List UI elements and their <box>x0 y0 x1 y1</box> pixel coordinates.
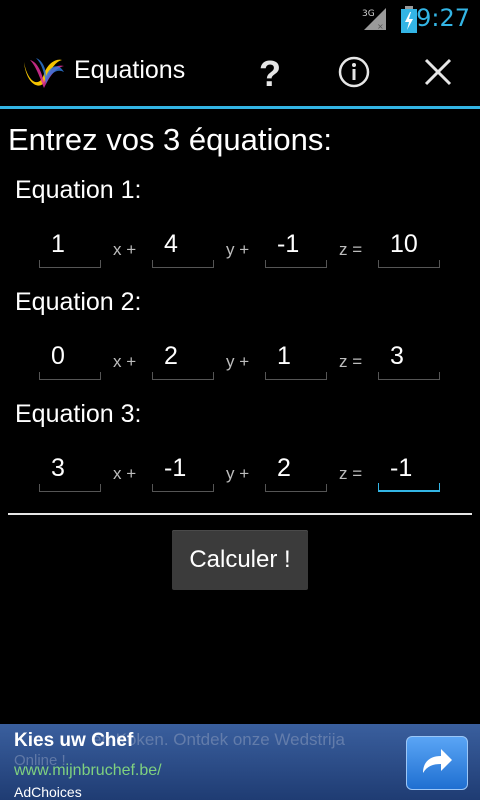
z-label: z = <box>339 352 363 371</box>
eq3-y-coefficient-input[interactable]: -1 <box>152 450 214 492</box>
calculate-button[interactable]: Calculer ! <box>172 530 308 590</box>
svg-text:×: × <box>377 22 384 31</box>
x-label: x + <box>113 464 137 483</box>
separator-line <box>8 513 472 515</box>
eq1-constant-input[interactable]: 10 <box>378 226 440 268</box>
x-label: x + <box>113 240 137 259</box>
y-label: y + <box>226 464 250 483</box>
eq2-constant-input[interactable]: 3 <box>378 338 440 380</box>
help-icon: ? <box>259 53 281 94</box>
eq3-z-coefficient-input[interactable]: 2 <box>265 450 327 492</box>
eq2-x-coefficient-input[interactable]: 0 <box>39 338 101 380</box>
eq2-z-coefficient-input[interactable]: 1 <box>265 338 327 380</box>
eq1-z-coefficient-input[interactable]: -1 <box>265 226 327 268</box>
ad-title: Kies uw Chef <box>14 730 134 751</box>
ad-banner[interactable]: en Koken. Ontdek onze Wedstrija Online !… <box>0 724 480 800</box>
close-button[interactable] <box>414 50 462 98</box>
equation-2-row: 0 x + 2 y + 1 z = 3 <box>0 338 480 388</box>
z-label: z = <box>339 464 363 483</box>
eq1-x-coefficient-input[interactable]: 1 <box>39 226 101 268</box>
action-bar-divider <box>0 106 480 109</box>
info-icon <box>337 55 371 93</box>
prompt-heading: Entrez vos 3 équations: <box>8 122 332 157</box>
help-button[interactable]: ? <box>246 50 294 98</box>
eq3-x-coefficient-input[interactable]: 3 <box>39 450 101 492</box>
ad-url-link[interactable]: www.mijnbruchef.be/ <box>14 762 162 780</box>
signal-icon: 3G × <box>362 6 388 36</box>
app-logo-icon <box>20 54 66 92</box>
svg-text:3G: 3G <box>362 9 375 19</box>
equation-3-label: Equation 3: <box>15 400 142 428</box>
status-time: 9:27 <box>416 4 470 32</box>
info-button[interactable] <box>330 50 378 98</box>
z-label: z = <box>339 240 363 259</box>
eq2-y-coefficient-input[interactable]: 2 <box>152 338 214 380</box>
equation-1-label: Equation 1: <box>15 176 142 204</box>
eq3-constant-input[interactable]: -1 <box>378 450 440 492</box>
ad-open-button[interactable] <box>406 736 468 790</box>
equation-2-label: Equation 2: <box>15 288 142 316</box>
ad-choices-link[interactable]: AdChoices <box>14 784 82 800</box>
action-bar: Equations ? <box>0 38 480 106</box>
equation-1-row: 1 x + 4 y + -1 z = 10 <box>0 226 480 276</box>
equation-3-row: 3 x + -1 y + 2 z = -1 <box>0 450 480 500</box>
y-label: y + <box>226 240 250 259</box>
y-label: y + <box>226 352 250 371</box>
close-icon <box>423 57 453 91</box>
app-title: Equations <box>74 56 186 84</box>
status-bar: 3G × 9:27 <box>0 0 480 38</box>
eq1-y-coefficient-input[interactable]: 4 <box>152 226 214 268</box>
x-label: x + <box>113 352 137 371</box>
share-arrow-icon <box>419 745 455 781</box>
